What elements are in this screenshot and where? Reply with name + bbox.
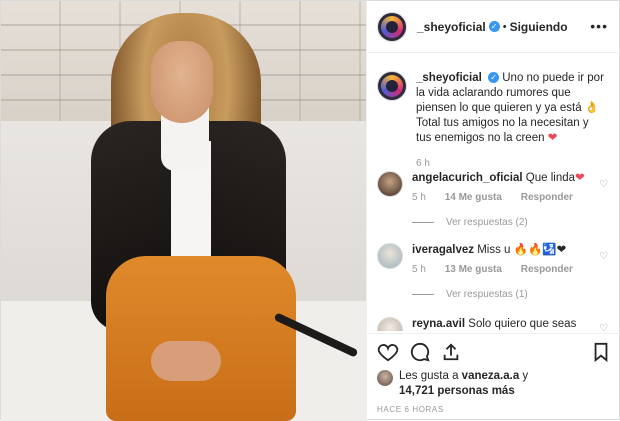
likes-count[interactable]: 14,721 personas más (399, 385, 515, 397)
verified-badge-icon: ✓ (488, 72, 500, 84)
comment: angelacurich_oficial Que linda❤ 5 h 14 M… (377, 171, 617, 230)
avatar[interactable] (377, 370, 393, 386)
comment-likes[interactable]: 14 Me gusta (445, 192, 502, 203)
separator: • (502, 20, 507, 33)
view-replies-button[interactable]: Ver respuestas (1) (446, 287, 528, 302)
avatar[interactable] (377, 243, 403, 269)
face (151, 41, 213, 123)
post-side-panel: _sheyoficial ✓ • Siguiendo ••• _sheyofic… (366, 1, 620, 421)
post-photo[interactable] (1, 1, 366, 421)
share-icon[interactable] (441, 342, 461, 367)
divider (412, 222, 434, 223)
likes-conj: y (522, 370, 529, 382)
following-button[interactable]: Siguiendo (510, 20, 568, 34)
comment-text: Miss u 🔥🔥🛂❤ (477, 244, 567, 256)
like-comment-heart-icon[interactable]: ♡ (599, 179, 608, 190)
comment-username[interactable]: reyna.avil (412, 318, 465, 330)
comment-time: 5 h (412, 264, 426, 275)
ellipsis-icon[interactable]: ••• (590, 18, 608, 34)
comment-likes[interactable]: 13 Me gusta (445, 264, 502, 275)
caption-time: 6 h (416, 158, 430, 169)
comment-username[interactable]: iveragalvez (412, 244, 474, 256)
comment: iveragalvez Miss u 🔥🔥🛂❤ 5 h 13 Me gusta … (377, 243, 617, 302)
post-timestamp: HACE 6 HORAS (377, 405, 444, 414)
post-header: _sheyoficial ✓ • Siguiendo ••• (367, 1, 620, 53)
instagram-post: _sheyoficial ✓ • Siguiendo ••• _sheyofic… (0, 0, 620, 421)
hands (151, 341, 221, 381)
like-comment-heart-icon[interactable]: ♡ (599, 251, 608, 262)
avatar[interactable] (377, 11, 407, 42)
comments-list[interactable]: _sheyoficial ✓ Uno no puede ir por la vi… (367, 53, 620, 331)
bookmark-icon[interactable] (593, 342, 609, 367)
reply-button[interactable]: Responder (521, 192, 573, 203)
heart-emoji-icon: ❤ (575, 172, 585, 184)
avatar[interactable] (377, 71, 407, 101)
avatar[interactable] (377, 171, 403, 197)
caption-username[interactable]: _sheyoficial (416, 72, 482, 84)
verified-badge-icon: ✓ (488, 21, 500, 32)
comment-bubble-icon[interactable] (409, 342, 431, 367)
comment: reyna.avil Solo quiero que seas (377, 317, 617, 331)
orange-pants (106, 256, 296, 421)
header-username[interactable]: _sheyoficial (417, 20, 486, 34)
comment-text: Solo quiero que seas (468, 318, 577, 330)
divider (412, 294, 434, 295)
likes-summary: Les gusta a vaneza.a.a y 14,721 personas… (377, 369, 617, 399)
action-bar (367, 333, 620, 373)
likes-prefix: Les gusta a (399, 370, 459, 382)
comment-time: 5 h (412, 192, 426, 203)
comment-text: Que linda (525, 172, 576, 184)
view-replies-button[interactable]: Ver respuestas (2) (446, 215, 528, 230)
comment-username[interactable]: angelacurich_oficial (412, 172, 523, 184)
likes-user[interactable]: vaneza.a.a (462, 370, 520, 382)
caption: _sheyoficial ✓ Uno no puede ir por la vi… (377, 71, 617, 171)
heart-outline-icon[interactable] (377, 342, 399, 367)
like-comment-heart-icon[interactable]: ♡ (599, 323, 608, 331)
reply-button[interactable]: Responder (521, 264, 573, 275)
heart-emoji-icon: ❤ (547, 132, 558, 144)
avatar[interactable] (377, 317, 403, 331)
